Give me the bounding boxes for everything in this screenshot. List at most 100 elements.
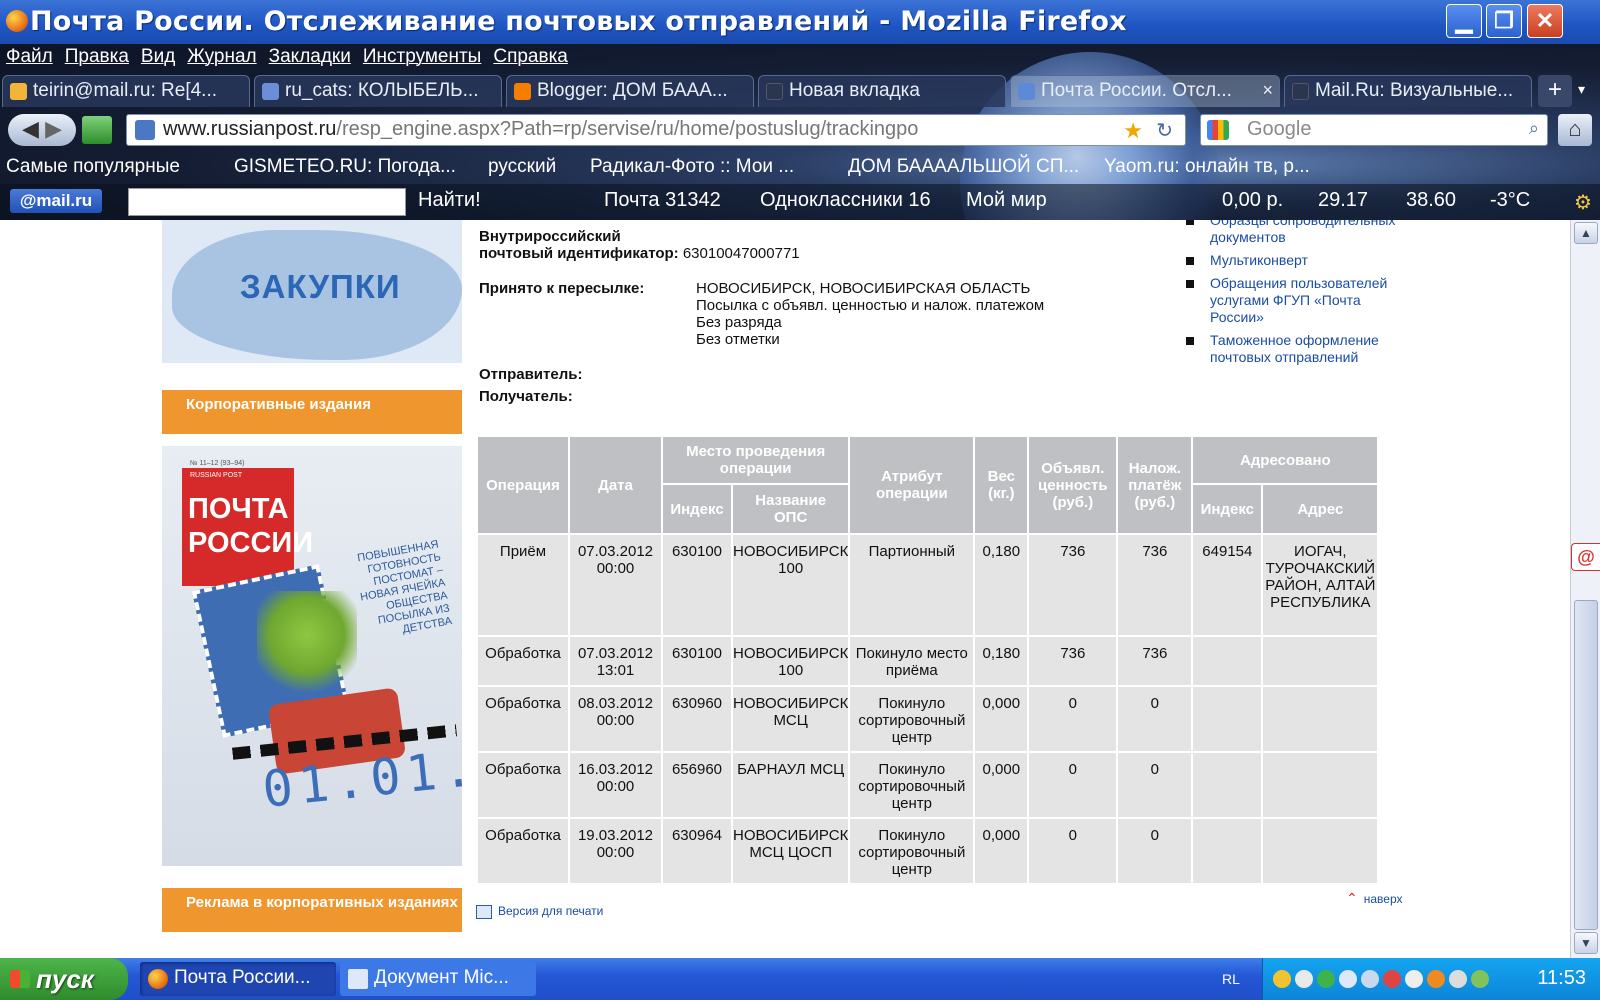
gear-icon[interactable]: ⚙	[1574, 190, 1592, 215]
scroll-up-arrow-icon[interactable]: ▲	[1574, 222, 1598, 244]
tab-mailru-visual[interactable]: Mail.Ru: Визуальные...	[1284, 75, 1532, 107]
tab-close-icon[interactable]: ×	[1262, 80, 1273, 101]
menu-edit[interactable]: Правка	[65, 46, 129, 67]
menu-help[interactable]: Справка	[493, 46, 568, 67]
link-customs[interactable]: Таможенное оформление почтовых отправлен…	[1186, 332, 1406, 366]
procurement-banner[interactable]: ЗАКУПКИ	[162, 220, 462, 363]
tray-app-icon[interactable]	[1361, 970, 1379, 988]
minimize-button[interactable]: ▁	[1446, 4, 1482, 38]
menu-view[interactable]: Вид	[141, 46, 175, 67]
cell-weight: 0,180	[975, 535, 1028, 635]
magazine-issue: № 11–12 (93–94)	[190, 460, 245, 467]
mail-counter[interactable]: Почта 31342	[604, 189, 721, 212]
home-icon[interactable]: ⌂	[1558, 114, 1592, 146]
col-weight: Вес (кг.)	[975, 437, 1028, 533]
windows-flag-icon	[10, 970, 30, 988]
corporate-publications-header[interactable]: Корпоративные издания	[162, 390, 462, 434]
menu-bookmarks[interactable]: Закладки	[269, 46, 351, 67]
bookmark-gismeteo[interactable]: GISMETEO.RU: Погода...	[234, 156, 456, 178]
tray-app-icon[interactable]	[1339, 970, 1357, 988]
eur-rate[interactable]: 38.60	[1406, 189, 1456, 212]
url-path: /resp_engine.aspx?Path=rp/servise/ru/hom…	[336, 118, 919, 140]
site-identity-icon[interactable]	[135, 120, 155, 140]
pencil-icon	[262, 83, 279, 100]
tab-blogger[interactable]: Blogger: ДОМ БААА...	[506, 75, 754, 107]
bookmark-yaom[interactable]: Yaom.ru: онлайн тв, р...	[1104, 156, 1310, 178]
task-word[interactable]: Документ Mic...	[340, 962, 536, 996]
tab-list-chevron-icon[interactable]: ▾	[1578, 81, 1585, 98]
close-button[interactable]: ✕	[1527, 4, 1563, 38]
firefox-window: Почта России. Отслеживание почтовых отпр…	[0, 0, 1600, 958]
link-appeals[interactable]: Обращения пользователей услугами ФГУП «П…	[1186, 275, 1406, 326]
forward-arrow-icon: ▶	[45, 116, 62, 141]
volume-icon[interactable]	[1449, 970, 1467, 988]
vertical-scrollbar[interactable]: ▲ ▼	[1570, 220, 1600, 958]
link-documents[interactable]: Образцы сопроводительных документов	[1186, 220, 1406, 246]
recipient-label: Получатель:	[479, 388, 573, 405]
tab-label: teirin@mail.ru: Re[4...	[33, 80, 218, 101]
search-box[interactable]: Google ⌕	[1200, 114, 1548, 146]
weather-temp[interactable]: -3°C	[1490, 189, 1530, 212]
browser-chrome: Файл Правка Вид Журнал Закладки Инструменты Сп…	[0, 44, 1600, 312]
tab-new[interactable]: Новая вкладка	[758, 75, 1006, 107]
mail-side-badge-icon[interactable]: @	[1571, 543, 1600, 571]
print-version-link[interactable]: Версия для печати	[476, 904, 603, 919]
cell-cod: 0	[1118, 753, 1192, 817]
tray-app-icon[interactable]	[1405, 970, 1423, 988]
back-to-top-link[interactable]: ⌃ наверх	[1346, 890, 1403, 907]
scroll-down-arrow-icon[interactable]: ▼	[1574, 932, 1598, 954]
tab-russian-post[interactable]: Почта России. Отсл... ×	[1010, 75, 1280, 107]
stats-icon[interactable]	[82, 116, 112, 144]
bookmark-russian[interactable]: русский	[488, 156, 556, 178]
clock[interactable]: 11:53	[1537, 967, 1586, 990]
tab-mail[interactable]: teirin@mail.ru: Re[4...	[2, 75, 250, 107]
odnoklassniki-counter[interactable]: Одноклассники 16	[760, 189, 931, 212]
tray-app-icon[interactable]	[1383, 970, 1401, 988]
table-row: Приём 07.03.2012 00:00 630100 НОВОСИБИРС…	[478, 535, 1378, 635]
bookmark-star-icon[interactable]: ★	[1123, 118, 1143, 144]
menu-tools[interactable]: Инструменты	[363, 46, 481, 67]
maximize-button[interactable]: ❐	[1486, 4, 1522, 38]
magazine-cover[interactable]: ПОЧТА РОССИИ № 11–12 (93–94) RUSSIAN POS…	[162, 446, 462, 866]
scrollbar-thumb[interactable]	[1574, 600, 1598, 930]
cell-addr-index	[1193, 637, 1262, 685]
menu-history[interactable]: Журнал	[187, 46, 256, 67]
menu-bar: Файл Правка Вид Журнал Закладки Инструменты Сп…	[0, 46, 800, 74]
bookmark-radikal[interactable]: Радикал-Фото :: Мои ...	[590, 156, 794, 178]
cell-cod: 0	[1118, 687, 1192, 751]
menu-file[interactable]: Файл	[6, 46, 53, 67]
tray-app-icon[interactable]	[1317, 970, 1335, 988]
reload-icon[interactable]: ↻	[1156, 118, 1173, 143]
mailru-logo[interactable]: @mail.ru	[10, 189, 102, 213]
bookmark-popular[interactable]: Самые популярные	[6, 156, 180, 178]
address-bar[interactable]: www.russianpost.ru/resp_engine.aspx?Path…	[126, 114, 1186, 146]
tray-app-icon[interactable]	[1471, 970, 1489, 988]
cell-ops-name: НОВОСИБИРСК 100	[733, 637, 849, 685]
magnifier-icon[interactable]: ⌕	[1529, 118, 1539, 139]
money-balance[interactable]: 0,00 р.	[1222, 189, 1283, 212]
find-button[interactable]: Найти!	[418, 189, 481, 212]
back-forward-button[interactable]: ◀ ▶	[8, 114, 76, 146]
printer-icon	[476, 904, 492, 919]
cell-date: 07.03.2012 00:00	[570, 535, 661, 635]
link-multienvelope[interactable]: Мультиконверт	[1186, 252, 1406, 269]
table-row: Обработка 08.03.2012 00:00 630960 НОВОСИ…	[478, 687, 1378, 751]
tab-ru-cats[interactable]: ru_cats: КОЛЫБЕЛЬ...	[254, 75, 502, 107]
start-button[interactable]: пуск	[0, 958, 128, 1000]
navigation-bar: ◀ ▶ www.russianpost.ru/resp_engine.aspx?…	[0, 110, 1600, 150]
table-row: Обработка 19.03.2012 00:00 630964 НОВОСИ…	[478, 819, 1378, 883]
bookmark-dom[interactable]: ДОМ БААААЛЬШОЙ СП...	[848, 156, 1079, 178]
my-world-link[interactable]: Мой мир	[966, 189, 1047, 212]
language-indicator[interactable]: RL	[1222, 971, 1240, 987]
task-firefox[interactable]: Почта России...	[140, 962, 336, 996]
new-tab-button[interactable]: +	[1538, 75, 1572, 107]
accepted-line: НОВОСИБИРСК, НОВОСИБИРСКАЯ ОБЛАСТЬ	[696, 280, 1031, 297]
tray-app-icon[interactable]	[1427, 970, 1445, 988]
tray-app-icon[interactable]	[1295, 970, 1313, 988]
tray-app-icon[interactable]	[1273, 970, 1291, 988]
ads-publications-header[interactable]: Реклама в корпоративных изданиях	[162, 888, 462, 932]
usd-rate[interactable]: 29.17	[1318, 189, 1368, 212]
magazine-title: ПОЧТА РОССИИ	[182, 468, 313, 586]
mailru-search-input[interactable]	[128, 188, 406, 216]
google-icon[interactable]	[1207, 120, 1229, 140]
